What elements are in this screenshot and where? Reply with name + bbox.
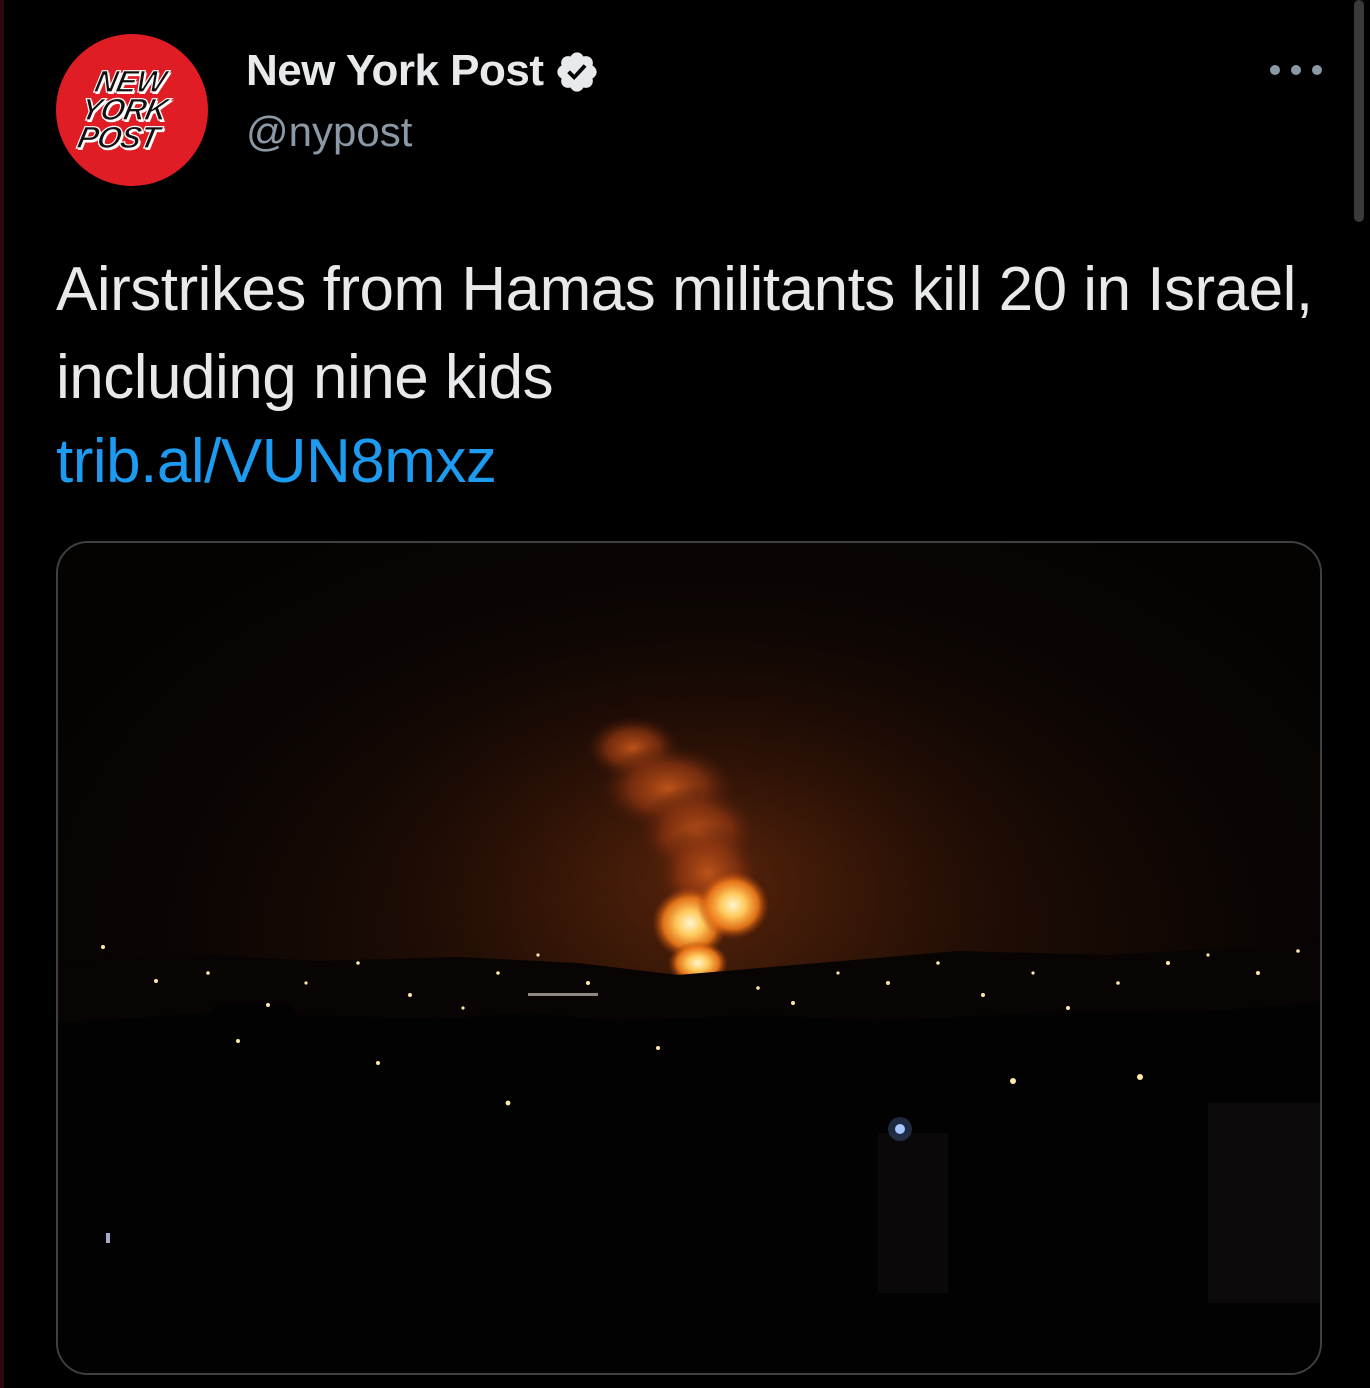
author-name-row[interactable]: New York Post <box>246 44 600 98</box>
nypost-logo: NEW YORK POST <box>56 34 208 186</box>
author-handle[interactable]: @nypost <box>246 108 412 156</box>
verified-badge-icon <box>556 52 597 92</box>
more-dot-icon <box>1291 65 1301 75</box>
more-options-icon[interactable] <box>1270 58 1322 82</box>
window-left-edge <box>0 0 4 1388</box>
more-dot-icon <box>1270 65 1280 75</box>
display-name[interactable]: New York Post <box>246 46 544 96</box>
tweet-text: Airstrikes from Hamas militants kill 20 … <box>56 255 1313 412</box>
scrollbar[interactable] <box>1348 0 1370 1388</box>
night-explosion-photo <box>58 543 1320 1373</box>
scrollbar-thumb[interactable] <box>1354 0 1364 222</box>
tweet-link[interactable]: trib.al/VUN8mxz <box>56 418 497 506</box>
avatar[interactable]: NEW YORK POST <box>56 34 208 186</box>
more-dot-icon <box>1312 65 1322 75</box>
tweet-media-photo[interactable] <box>56 541 1322 1375</box>
logo-line-3: POST <box>74 119 163 155</box>
